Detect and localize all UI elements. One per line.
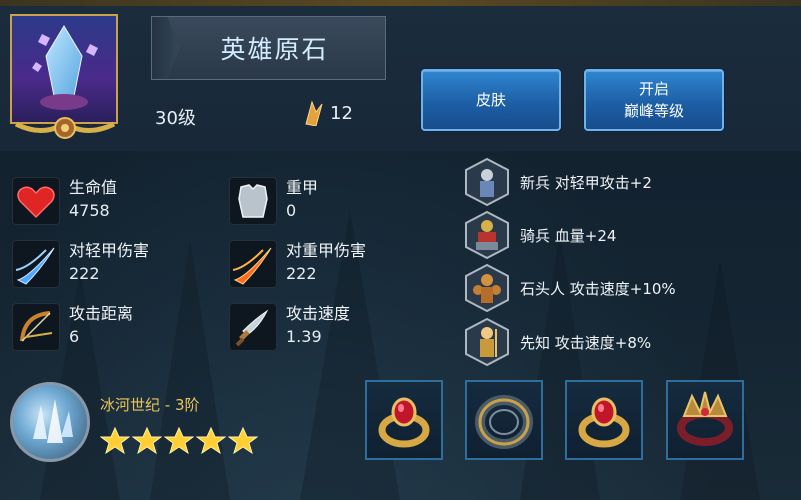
stat-label: 攻击速度 xyxy=(286,304,351,323)
stat-label: 对重甲伤害 xyxy=(286,241,367,260)
hero-crystal-icon xyxy=(32,25,98,110)
bonus-text: 先知 攻击速度+8% xyxy=(520,333,652,352)
enchantment-stars xyxy=(100,426,258,456)
prophet-icon xyxy=(465,317,509,367)
stat-label: 攻击距离 xyxy=(69,304,134,323)
star-icon xyxy=(164,426,194,455)
stat-heavy-armor-damage: 对重甲伤害 222 xyxy=(229,240,366,288)
laurel-icon xyxy=(14,117,116,139)
bonus-golem: 石头人 攻击速度+10% xyxy=(462,263,676,313)
peak-button-line1: 开启 xyxy=(638,80,669,98)
stat-health: 生命值 4758 xyxy=(12,177,117,225)
bonus-text: 石头人 攻击速度+10% xyxy=(520,279,676,298)
hero-name: 英雄原石 xyxy=(220,35,329,64)
bonus-recruit: 新兵 对轻甲攻击+2 xyxy=(462,157,652,207)
stat-value: 6 xyxy=(69,327,80,346)
crown-ring-icon xyxy=(677,391,733,446)
star-icon xyxy=(228,426,258,455)
enchantment-icon[interactable] xyxy=(10,382,90,462)
star-icon xyxy=(100,426,130,455)
armor-icon xyxy=(229,177,277,225)
bow-icon xyxy=(12,303,60,351)
item-slot-ruby-ring-2[interactable] xyxy=(565,380,643,460)
hero-token-count: 12 xyxy=(302,100,353,126)
skin-button[interactable]: 皮肤 xyxy=(421,69,561,131)
bonus-knight: 骑兵 血量+24 xyxy=(462,210,616,260)
hero-name-plate: 英雄原石 xyxy=(151,16,386,80)
stat-value: 4758 xyxy=(69,201,110,220)
bonus-text: 新兵 对轻甲攻击+2 xyxy=(520,173,652,192)
token-icon xyxy=(305,100,323,126)
stat-armor: 重甲 0 xyxy=(229,177,318,225)
stat-attack-speed: 攻击速度 1.39 xyxy=(229,303,350,351)
enchantment-name: 冰河世纪 - 3阶 xyxy=(100,396,200,414)
dagger-icon xyxy=(229,303,277,351)
stat-value: 222 xyxy=(69,264,100,283)
heart-icon xyxy=(12,177,60,225)
knight-icon xyxy=(465,210,509,260)
portrait-frame xyxy=(10,14,118,124)
stat-label: 生命值 xyxy=(69,178,118,197)
bonus-prophet: 先知 攻击速度+8% xyxy=(462,317,651,367)
heavy-damage-icon xyxy=(229,240,277,288)
stat-value: 1.39 xyxy=(286,327,322,346)
stat-label: 对轻甲伤害 xyxy=(69,241,150,260)
stat-light-armor-damage: 对轻甲伤害 222 xyxy=(12,240,149,288)
hero-portrait[interactable] xyxy=(10,14,120,139)
item-slot-crown-ring[interactable] xyxy=(666,380,744,460)
star-icon xyxy=(132,426,162,455)
stat-label: 重甲 xyxy=(286,178,319,197)
ruby-ring-icon xyxy=(578,397,630,448)
golem-icon xyxy=(465,263,509,313)
bonus-text: 骑兵 血量+24 xyxy=(520,226,617,245)
light-damage-icon xyxy=(12,240,60,288)
unlock-peak-level-button[interactable]: 开启 巅峰等级 xyxy=(584,69,724,131)
stat-value: 0 xyxy=(286,201,297,220)
stat-value: 222 xyxy=(286,264,317,283)
ice-crystal-icon xyxy=(33,399,73,443)
skin-button-label: 皮肤 xyxy=(475,91,506,109)
item-slot-ruby-ring[interactable] xyxy=(365,380,443,460)
steel-ring-icon xyxy=(475,395,533,449)
star-icon xyxy=(196,426,226,455)
token-count: 12 xyxy=(330,102,353,124)
hero-level: 30级 xyxy=(155,108,196,129)
item-slot-steel-ring[interactable] xyxy=(465,380,543,460)
peak-button-line2: 巅峰等级 xyxy=(623,102,684,120)
recruit-icon xyxy=(465,157,509,207)
ruby-ring-icon xyxy=(378,397,430,448)
stat-attack-range: 攻击距离 6 xyxy=(12,303,133,351)
